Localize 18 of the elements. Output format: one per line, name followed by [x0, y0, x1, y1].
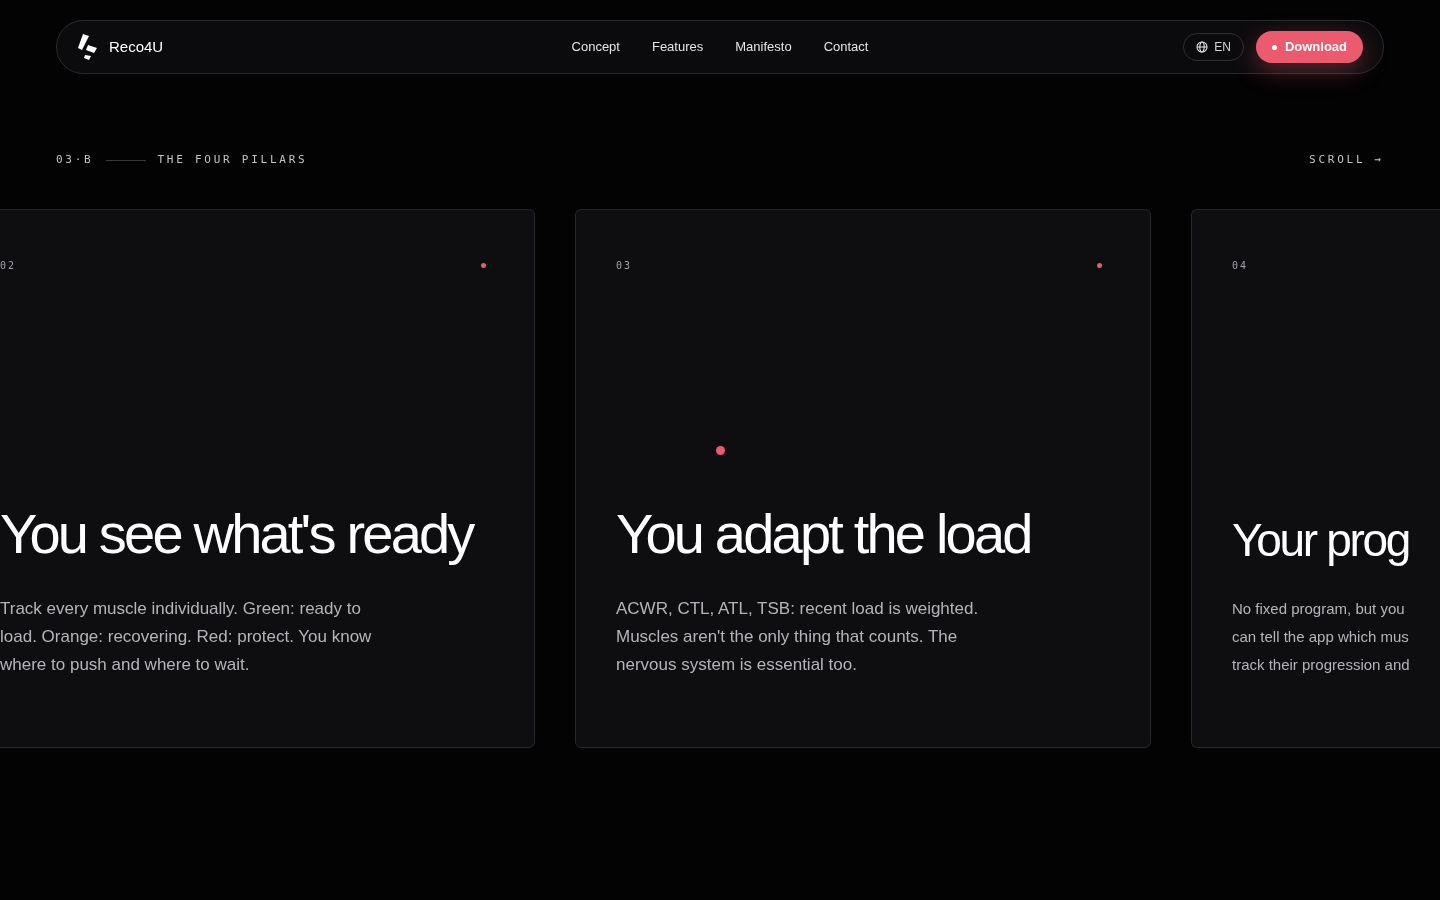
card-number: 02	[0, 258, 17, 273]
card-title: You adapt the load	[616, 502, 1032, 567]
nav-link[interactable]: Concept	[571, 37, 620, 57]
brand-name[interactable]: Reco4U	[109, 35, 164, 59]
globe-icon	[1196, 41, 1209, 53]
card-number: 03	[616, 258, 633, 273]
card-title: Your prog	[1232, 513, 1411, 567]
card-number: 04	[1232, 258, 1249, 273]
scroll-hint[interactable]: SCROLL →	[1309, 152, 1384, 169]
section-title: THE FOUR PILLARS	[157, 152, 308, 168]
card-description: ACWR, CTL, ATL, TSB: recent load is weighted. Muscles aren't the only thing that counts. The nervous system is essential too.	[616, 597, 980, 676]
card-title: You see what's ready	[0, 502, 475, 567]
card-description: No fixed program, but you can tell the app which mus track their progression and	[1232, 598, 1411, 675]
nav-link[interactable]: Manifesto	[735, 37, 792, 57]
nav-link[interactable]: Features	[651, 37, 704, 57]
card-description: Track every muscle individually. Green: ready to load. Orange: recovering. Red: protect. You know where to push and where to wait.	[0, 597, 373, 676]
section-index: 03·B	[56, 152, 94, 168]
nav-link[interactable]: Contact	[823, 37, 869, 57]
